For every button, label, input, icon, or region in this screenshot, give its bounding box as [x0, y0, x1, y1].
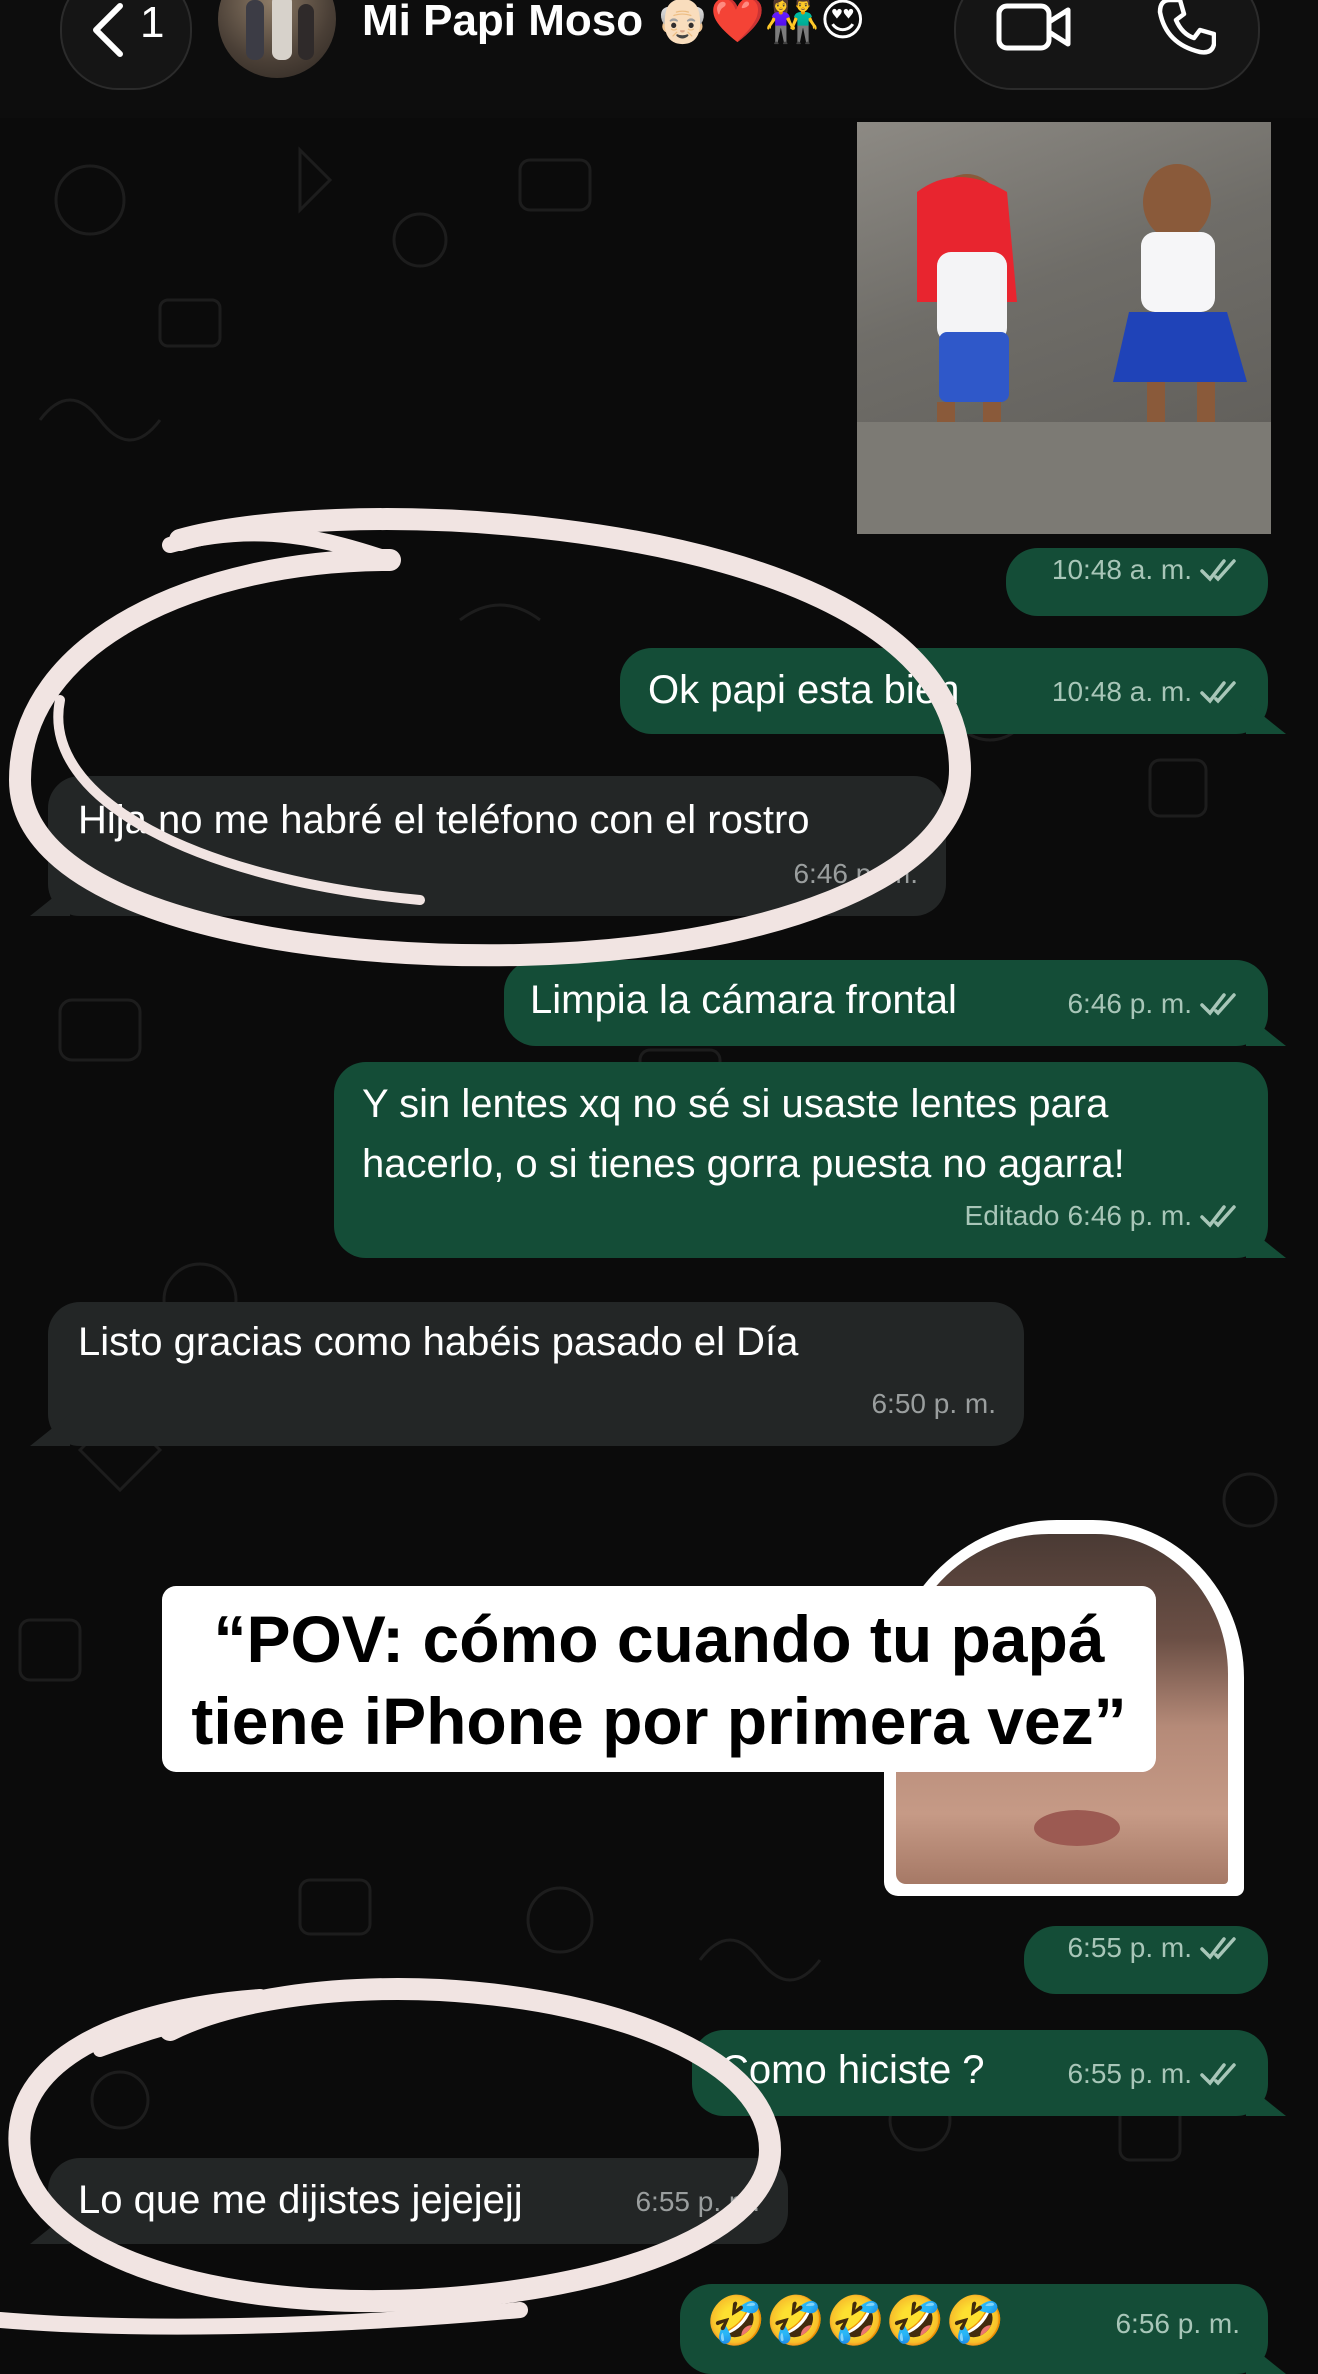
double-check-icon — [1200, 993, 1236, 1016]
message-time: 10:48 a. m. — [1051, 676, 1192, 707]
message-text: Lo que me dijistes jejejejj — [78, 2178, 523, 2222]
message-meta: 6:55 p. m. — [1067, 2044, 1240, 2104]
message-bubble-gif-time[interactable]: 10:48 a. m. — [1006, 548, 1268, 616]
message-meta: 6:50 p. m. — [871, 1374, 996, 1434]
gif-message[interactable] — [857, 122, 1271, 534]
chat-header: 1 Mi Papi Moso 👴🏻❤️👫😍 — [0, 0, 1318, 118]
double-check-icon — [1200, 1205, 1236, 1228]
message-time: 10:48 a. m. — [1051, 554, 1192, 585]
video-camera-icon[interactable] — [996, 0, 1072, 54]
phone-icon[interactable] — [1156, 0, 1216, 56]
message-text: Limpia la cámara frontal — [530, 978, 957, 1022]
call-actions — [954, 0, 1260, 90]
message-text: Listo gracias como habéis pasado el Día — [78, 1320, 799, 1364]
back-button[interactable]: 1 — [60, 0, 192, 90]
message-meta: 6:56 p. m. — [1115, 2294, 1240, 2354]
message-time: 6:55 p. m. — [635, 2186, 760, 2217]
message-text: Ok papi esta bien — [648, 668, 960, 712]
message-meta: 6:46 p. m. — [793, 844, 918, 904]
double-check-icon — [1200, 559, 1236, 582]
video-caption: “POV: cómo cuando tu papá tiene iPhone p… — [162, 1586, 1156, 1772]
message-bubble[interactable]: Hija no me habré el teléfono con el rost… — [48, 776, 946, 916]
message-meta: 10:48 a. m. — [1052, 662, 1240, 722]
message-bubble[interactable]: 🤣🤣🤣🤣🤣 6:56 p. m. — [680, 2284, 1268, 2374]
edited-label: Editado — [964, 1200, 1060, 1231]
message-text: 🤣🤣🤣🤣🤣 — [706, 2295, 1005, 2348]
message-meta: Editado 6:46 p. m. — [965, 1186, 1240, 1246]
message-bubble[interactable]: Y sin lentes xq no sé si usaste lentes p… — [334, 1062, 1268, 1258]
message-text: Hija no me habré el teléfono con el rost… — [78, 798, 810, 842]
message-time: 6:46 p. m. — [1067, 1200, 1192, 1231]
message-time: 6:55 p. m. — [1067, 2058, 1192, 2089]
double-check-icon — [1200, 681, 1236, 704]
message-time: 6:50 p. m. — [871, 1388, 996, 1419]
message-meta: 10:48 a. m. — [1052, 540, 1240, 600]
unread-count: 1 — [140, 0, 165, 47]
contact-avatar[interactable] — [218, 0, 336, 78]
chevron-left-icon — [93, 3, 123, 57]
message-time: 6:46 p. m. — [1067, 988, 1192, 1019]
message-meta: 6:55 p. m. — [1067, 1918, 1240, 1978]
contact-name[interactable]: Mi Papi Moso 👴🏻❤️👫😍 — [362, 0, 866, 46]
message-bubble[interactable]: Lo que me dijistes jejejejj 6:55 p. m. — [48, 2158, 788, 2244]
message-meta: 6:55 p. m. — [635, 2172, 760, 2232]
message-bubble[interactable]: Ok papi esta bien 10:48 a. m. — [620, 648, 1268, 734]
caption-line-1: “POV: cómo cuando tu papá — [213, 1602, 1105, 1676]
message-bubble[interactable]: Listo gracias como habéis pasado el Día … — [48, 1302, 1024, 1446]
message-text: Y sin lentes xq no sé si usaste lentes p… — [362, 1082, 1125, 1186]
message-bubble-sticker-time[interactable]: 6:55 p. m. — [1024, 1926, 1268, 1994]
double-check-icon — [1200, 2063, 1236, 2086]
message-bubble[interactable]: Como hiciste ? 6:55 p. m. — [692, 2030, 1268, 2116]
message-time: 6:56 p. m. — [1115, 2308, 1240, 2339]
message-time: 6:46 p. m. — [793, 858, 918, 889]
message-bubble[interactable]: Limpia la cámara frontal 6:46 p. m. — [504, 960, 1268, 1046]
caption-line-2: tiene iPhone por primera vez” — [191, 1684, 1127, 1758]
message-text: Como hiciste ? — [720, 2048, 985, 2092]
message-meta: 6:46 p. m. — [1067, 974, 1240, 1034]
message-list: 10:48 a. m. Ok papi esta bien 10:48 a. m… — [0, 0, 1318, 2374]
double-check-icon — [1200, 1937, 1236, 1960]
message-time: 6:55 p. m. — [1067, 1932, 1192, 1963]
